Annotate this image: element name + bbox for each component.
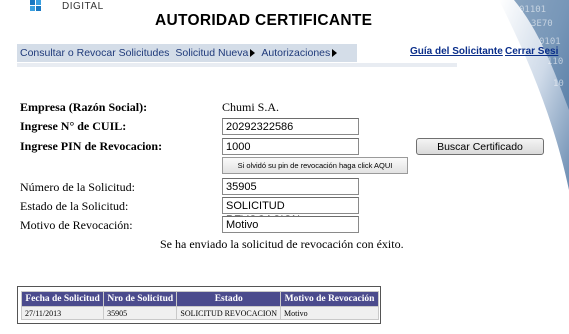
nav-consultar-label: Consultar o Revocar Solicitudes	[20, 47, 170, 59]
pin-label: Ingrese PIN de Revocacion:	[20, 139, 163, 153]
cell-motivo: Motivo	[280, 306, 379, 320]
cuil-input[interactable]: 20292322586	[222, 118, 359, 135]
success-message: Se ha enviado la solicitud de revocación…	[160, 237, 404, 251]
main-navbar: Consultar o Revocar Solicitudes Solicitu…	[17, 44, 357, 62]
navbar-underline	[17, 63, 457, 67]
empresa-value: Chumi S.A.	[222, 100, 280, 114]
svg-text:110: 110	[547, 57, 563, 67]
estado-solicitud-field[interactable]: SOLICITUD REVOCACION	[222, 197, 359, 226]
cuil-label: Ingrese N° de CUIL:	[20, 119, 127, 133]
digital-logo-icon	[30, 0, 41, 11]
brand-name: DIGITAL	[62, 1, 104, 12]
estado-solicitud-label: Estado de la Solicitud:	[20, 199, 129, 213]
submenu-arrow-icon	[250, 49, 256, 57]
cell-fecha: 27/11/2013	[20, 306, 105, 320]
svg-text:01101: 01101	[519, 5, 546, 15]
col-nro-header: Nro de Solicitud	[103, 291, 178, 307]
nav-autorizaciones[interactable]: Autorizaciones	[258, 47, 338, 59]
svg-text:10: 10	[553, 79, 564, 89]
motivo-revocacion-label: Motivo de Revocación:	[20, 218, 133, 232]
col-motivo-header: Motivo de Revocación	[280, 291, 379, 307]
nav-solicitud-nueva-label: Solicitud Nueva	[175, 47, 249, 59]
svg-text:3E70: 3E70	[531, 19, 553, 29]
nav-consultar-revocar[interactable]: Consultar o Revocar Solicitudes	[17, 47, 169, 59]
table-row[interactable]: 27/11/2013 35905 SOLICITUD REVOCACION Mo…	[20, 306, 379, 320]
col-estado-header: Estado	[176, 291, 282, 307]
page-title: AUTORIDAD CERTIFICANTE	[155, 12, 373, 29]
numero-solicitud-label: Número de la Solicitud:	[20, 180, 135, 194]
forgot-pin-button[interactable]: Si olvidó su pin de revocación haga clic…	[222, 157, 408, 174]
submenu-arrow-icon	[332, 49, 338, 57]
cell-estado: SOLICITUD REVOCACION	[176, 306, 282, 320]
cell-nro: 35905	[103, 306, 178, 320]
nav-autorizaciones-label: Autorizaciones	[261, 47, 331, 59]
pin-input[interactable]: 1000	[222, 138, 359, 155]
col-fecha-header: Fecha de Solicitud	[20, 291, 105, 307]
results-table: Fecha de Solicitud Nro de Solicitud Esta…	[20, 291, 379, 320]
table-header-row: Fecha de Solicitud Nro de Solicitud Esta…	[20, 291, 379, 307]
empresa-label: Empresa (Razón Social):	[20, 100, 148, 114]
logout-link[interactable]: Cerrar Sesi	[505, 46, 558, 57]
nav-solicitud-nueva[interactable]: Solicitud Nueva	[172, 47, 256, 59]
guide-link[interactable]: Guía del Solicitante	[410, 46, 503, 57]
results-table-container: Fecha de Solicitud Nro de Solicitud Esta…	[17, 286, 381, 324]
numero-solicitud-field[interactable]: 35905	[222, 178, 359, 195]
buscar-certificado-button[interactable]: Buscar Certificado	[416, 138, 544, 155]
motivo-revocacion-field[interactable]: Motivo	[222, 216, 359, 233]
